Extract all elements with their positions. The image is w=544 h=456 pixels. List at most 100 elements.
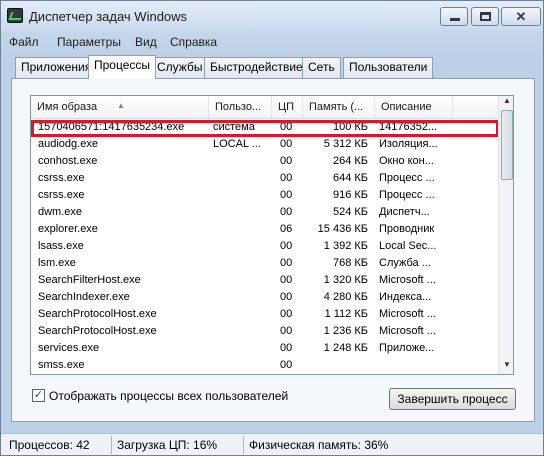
process-memory: 524 КБ [332, 206, 368, 218]
process-description: Служба ... [379, 257, 431, 269]
process-memory: 916 КБ [332, 189, 368, 201]
table-row[interactable]: dwm.exe 00 524 КБ Диспетч... [31, 204, 498, 221]
scroll-up-icon[interactable]: ▲ [501, 96, 513, 110]
process-name: SearchIndexer.exe [38, 291, 130, 303]
close-button[interactable]: ✕ [501, 7, 541, 26]
process-description: 14176352... [379, 121, 438, 133]
end-process-button[interactable]: Завершить процесс [389, 388, 516, 410]
table-row[interactable]: lsm.exe 00 768 КБ Служба ... [31, 255, 498, 272]
table-row[interactable]: csrss.exe 00 916 КБ Процесс ... [31, 187, 498, 204]
table-row[interactable]: services.exe 00 1 248 КБ Приложе... [31, 340, 498, 357]
process-user [213, 306, 273, 323]
scroll-down-icon[interactable]: ▼ [501, 360, 513, 374]
process-name: 1570406571:1417635234.exe [38, 121, 185, 133]
table-row[interactable]: csrss.exe 00 644 КБ Процесс ... [31, 170, 498, 187]
menu-parameters[interactable]: Параметры [57, 35, 121, 49]
menu-view[interactable]: Вид [135, 35, 157, 49]
process-description: Microsoft ... [379, 274, 436, 286]
process-user [213, 170, 273, 187]
status-divider [111, 436, 112, 454]
process-name: SearchFilterHost.exe [38, 274, 141, 286]
show-all-users-checkbox[interactable]: ✓ [32, 389, 45, 402]
process-description: Процесс ... [379, 172, 435, 184]
column-user[interactable]: Пользо... [209, 96, 272, 119]
process-cpu: 00 [280, 342, 293, 354]
process-memory: 264 КБ [332, 155, 368, 167]
process-cpu: 06 [280, 223, 293, 235]
process-description: Приложе... [379, 342, 435, 354]
process-cpu: 00 [280, 291, 293, 303]
maximize-button[interactable] [471, 7, 499, 26]
process-user [213, 323, 273, 340]
column-memory[interactable]: Память (... [303, 96, 375, 119]
scroll-thumb[interactable] [501, 110, 513, 180]
menu-help[interactable]: Справка [170, 35, 217, 49]
process-user [213, 255, 273, 272]
table-row[interactable]: explorer.exe 06 15 436 КБ Проводник [31, 221, 498, 238]
table-row[interactable]: 1570406571:1417635234.exe система 00 100 КБ… [31, 119, 498, 136]
window-title: Диспетчер задач Windows [29, 9, 188, 24]
process-memory: 1 236 КБ [323, 325, 368, 337]
tab-performance[interactable]: Быстродействие [204, 57, 309, 78]
tab-users[interactable]: Пользователи [343, 57, 434, 78]
table-row[interactable]: audiodg.exe LOCAL ... 00 5 312 КБ Изоляция..… [31, 136, 498, 153]
process-name: dwm.exe [38, 206, 83, 218]
status-cpu-load: Загрузка ЦП: 16% [117, 438, 218, 452]
tab-network[interactable]: Сеть [302, 57, 341, 78]
status-divider [243, 436, 244, 454]
tab-services[interactable]: Службы [151, 57, 209, 78]
status-bar: Процессов: 42 Загрузка ЦП: 16% Физическа… [1, 433, 543, 455]
process-name: explorer.exe [38, 223, 98, 235]
process-cpu: 00 [280, 206, 293, 218]
process-memory: 1 248 КБ [323, 342, 368, 354]
column-header-row: Имя образа ▲ Пользо... ЦП Память (... Оп… [31, 96, 498, 119]
process-user [213, 204, 273, 221]
menu-bar: Файл Параметры Вид Справка [1, 32, 543, 52]
process-name: csrss.exe [38, 172, 85, 184]
process-name: csrss.exe [38, 189, 85, 201]
process-list[interactable]: Имя образа ▲ Пользо... ЦП Память (... Оп… [30, 95, 514, 375]
process-cpu: 00 [280, 308, 293, 320]
process-memory: 768 КБ [332, 257, 368, 269]
column-description[interactable]: Описание [375, 96, 453, 119]
process-user [213, 238, 273, 255]
vertical-scrollbar[interactable]: ▲ ▼ [498, 96, 513, 374]
title-bar: Диспетчер задач Windows ✕ [1, 1, 543, 31]
process-cpu: 00 [280, 359, 293, 371]
process-memory: 644 КБ [332, 172, 368, 184]
process-name: SearchProtocolHost.exe [38, 308, 157, 320]
process-user [213, 289, 273, 306]
process-description: Microsoft ... [379, 325, 436, 337]
table-row[interactable]: SearchFilterHost.exe 00 1 320 КБ Microsoft … [31, 272, 498, 289]
sort-ascending-icon: ▲ [117, 101, 125, 110]
table-row[interactable]: conhost.exe 00 264 КБ Окно кон... [31, 153, 498, 170]
tab-applications[interactable]: Приложения [15, 57, 98, 78]
process-cpu: 00 [280, 325, 293, 337]
tab-processes[interactable]: Процессы [88, 55, 157, 79]
table-row[interactable]: SearchProtocolHost.exe 00 1 112 КБ Microsof… [31, 306, 498, 323]
table-row[interactable]: SearchProtocolHost.exe 00 1 236 КБ Microsof… [31, 323, 498, 340]
process-description [379, 357, 457, 374]
close-icon: ✕ [515, 9, 527, 24]
process-name: audiodg.exe [38, 138, 98, 150]
process-description: Local Sec... [379, 240, 437, 252]
process-name: SearchProtocolHost.exe [38, 325, 157, 337]
process-cpu: 00 [280, 138, 293, 150]
status-memory: Физическая память: 36% [249, 438, 389, 452]
table-row[interactable]: SearchIndexer.exe 00 4 280 КБ Индекса... [31, 289, 498, 306]
column-cpu[interactable]: ЦП [272, 96, 303, 119]
table-row[interactable]: smss.exe 00 [31, 357, 498, 374]
table-row[interactable]: lsass.exe 00 1 392 КБ Local Sec... [31, 238, 498, 255]
process-cpu: 00 [280, 257, 293, 269]
process-name: smss.exe [38, 359, 85, 371]
process-description: Процесс ... [379, 189, 435, 201]
column-extra [453, 96, 498, 119]
process-rows: 1570406571:1417635234.exe система 00 100 КБ… [31, 119, 498, 374]
menu-file[interactable]: Файл [9, 35, 39, 49]
process-description: Изоляция... [379, 138, 438, 150]
process-user: система [213, 121, 255, 133]
column-image-name[interactable]: Имя образа ▲ [31, 96, 209, 119]
minimize-button[interactable] [440, 7, 468, 26]
process-user [213, 272, 273, 289]
process-cpu: 00 [280, 121, 293, 133]
